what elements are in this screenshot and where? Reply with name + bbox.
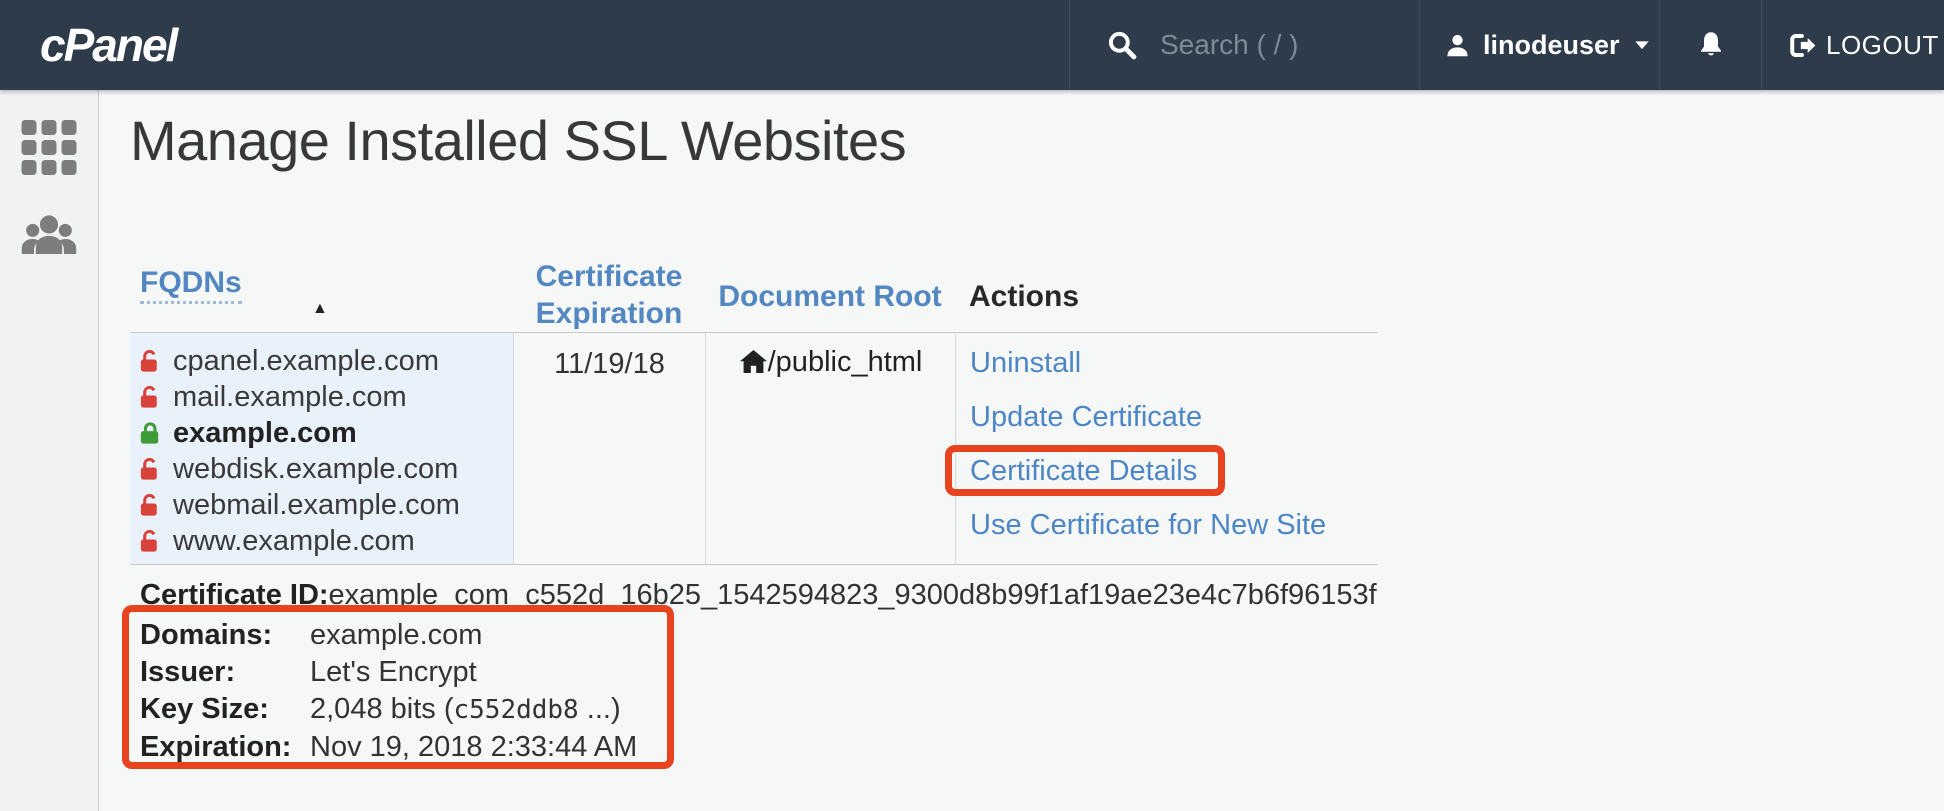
certificate-details-link[interactable]: Certificate Details [970,444,1377,498]
fqdns-sort-link[interactable]: FQDNs [140,266,242,304]
detail-row-expiration: Expiration: Nov 19, 2018 2:33:44 AM [140,729,1377,766]
search-input[interactable] [1158,28,1402,62]
user-manager-button[interactable] [20,212,78,261]
fqdn-item: webdisk.example.com [138,451,513,487]
cpanel-page: cPanel linodeuser LOGOUT [0,0,1944,811]
unlocked-icon [138,528,163,554]
unlocked-icon [138,456,163,482]
search-icon [1106,29,1138,61]
column-header-certificate-expiration[interactable]: Certificate Expiration [513,250,705,332]
key-fingerprint: c552ddb8 [453,695,578,725]
certificate-expiration-cell: 11/19/18 [513,333,705,564]
certificate-details-block: Domains: example.com Issuer: Let's Encry… [130,617,1377,766]
document-root-cell: /public_html [705,333,955,564]
user-menu[interactable]: linodeuser [1419,0,1659,90]
user-icon [1444,32,1471,59]
document-root-path: /public_html [768,346,923,379]
top-nav: cPanel linodeuser LOGOUT [0,0,1944,90]
detail-row-domains: Domains: example.com [140,617,1377,654]
bell-icon [1696,30,1726,60]
fqdn-item: cpanel.example.com [138,343,513,379]
apps-grid-icon[interactable] [22,120,77,175]
detail-row-key-size: Key Size: 2,048 bits (c552ddb8 ...) [140,691,1377,729]
logout-label: LOGOUT [1826,30,1939,61]
fqdns-cell: cpanel.example.com mail.example.com exam… [130,333,513,564]
page-title: Manage Installed SSL Websites [130,108,906,173]
certificate-id-value: example_com_c552d_16b25_1542594823_9300d… [329,579,1377,611]
unlocked-icon [138,384,163,410]
sort-asc-icon: ▲ [312,300,328,318]
column-header-actions: Actions [955,250,1377,332]
nav-right-group: linodeuser LOGOUT [1069,0,1944,90]
ssl-websites-table: FQDNs ▲ Certificate Expiration Document … [130,250,1377,766]
notifications-button[interactable] [1659,0,1761,90]
update-certificate-link[interactable]: Update Certificate [970,390,1377,444]
table-header-row: FQDNs ▲ Certificate Expiration Document … [130,250,1377,332]
unlocked-icon [138,492,163,518]
logout-button[interactable]: LOGOUT [1761,0,1944,90]
certificate-id-label: Certificate ID: [140,579,329,611]
search-box[interactable] [1069,0,1419,90]
home-icon [739,348,768,375]
detail-row-issuer: Issuer: Let's Encrypt [140,654,1377,691]
table-row: cpanel.example.com mail.example.com exam… [130,332,1377,565]
actions-cell: Uninstall Update Certificate Certificate… [955,333,1377,564]
username-label: linodeuser [1483,30,1620,61]
column-header-fqdns: FQDNs ▲ [130,250,513,332]
unlocked-icon [138,348,163,374]
uninstall-link[interactable]: Uninstall [970,336,1377,390]
fqdn-item: mail.example.com [138,379,513,415]
fqdn-item-primary: example.com [138,415,513,451]
main-content: Manage Installed SSL Websites FQDNs ▲ Ce… [99,90,1944,811]
cpanel-logo: cPanel [40,18,176,72]
certificate-id-row: Certificate ID:example_com_c552d_16b25_1… [130,565,1377,613]
sidebar [0,90,99,811]
use-certificate-new-site-link[interactable]: Use Certificate for New Site [970,498,1377,552]
chevron-down-icon [1634,40,1650,50]
fqdn-item: www.example.com [138,523,513,559]
column-header-document-root[interactable]: Document Root [705,250,955,332]
logout-icon [1788,32,1818,59]
locked-icon [138,420,163,446]
users-group-icon [20,212,78,256]
fqdn-item: webmail.example.com [138,487,513,523]
